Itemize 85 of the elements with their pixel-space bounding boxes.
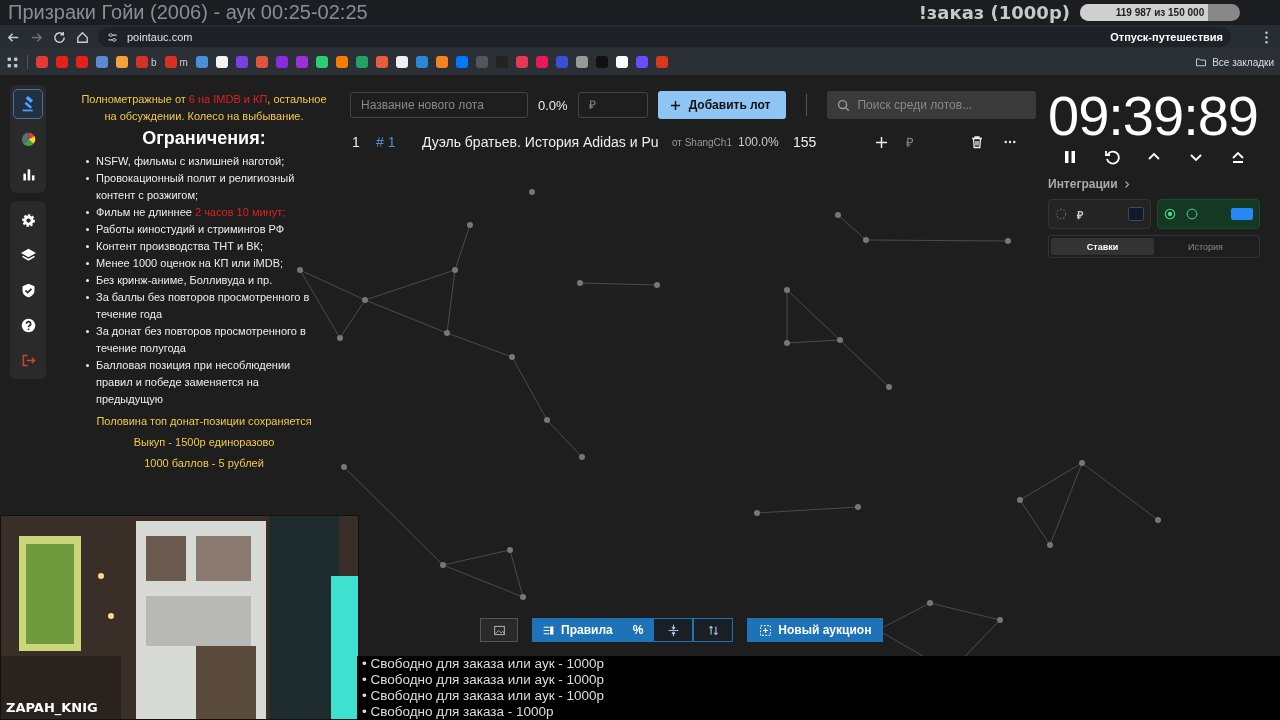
lot-amount: 155 <box>792 134 818 150</box>
restriction-item: За донат без повторов просмотренного в течение полугода <box>86 323 328 357</box>
bookmark-icon[interactable] <box>395 56 408 68</box>
streamer-name: ZAPAH_KNIG <box>6 700 98 715</box>
queue-item: • Свободно для заказа или аук - 1000р <box>362 688 606 704</box>
bookmark-label[interactable]: m <box>179 56 188 68</box>
queue-item: • Свободно для заказа - 1000р <box>362 704 555 720</box>
sort-button[interactable] <box>693 618 734 642</box>
add-icon <box>759 623 773 637</box>
settings-icon <box>19 211 37 229</box>
reset-icon[interactable] <box>1104 149 1120 165</box>
list-icon <box>542 623 555 637</box>
rules-intro: Полнометражные от 6 на IMDB и КП, остальное на обсуждении. Колесо на выбывание. <box>80 92 328 124</box>
rules-note: Выкуп - 1500р единоразово <box>132 435 276 450</box>
lot-name: Дуэль братьев. История Adidas и Pu <box>422 134 660 150</box>
goal-name: Отпуск-путешествия <box>1110 31 1223 43</box>
home-icon[interactable] <box>75 29 90 45</box>
restriction-item: За баллы без повторов просмотренного в течение года <box>86 289 328 323</box>
queue-item: • Свободно для заказа или аук - 1000р <box>362 656 606 672</box>
percent-button[interactable]: % <box>622 618 654 642</box>
integration-card[interactable] <box>1157 199 1260 229</box>
lot-index: 1 <box>351 134 361 150</box>
amount-field[interactable]: ₽ <box>577 92 648 118</box>
pause-icon[interactable] <box>1062 149 1078 165</box>
lot-percent: 100.0% <box>737 135 780 149</box>
dashed-circle-icon <box>1055 208 1067 220</box>
lot-id: # 1 <box>376 134 397 150</box>
layers-icon <box>19 246 37 264</box>
integration-card[interactable]: ₽ <box>1048 199 1151 229</box>
address-bar[interactable]: pointauc.com Отпуск-путешествия <box>98 27 1231 47</box>
order-label: !заказ (1000р) <box>918 2 1070 23</box>
stream-title: Призраки Гойи (2006) - аук 00:25-02:25 <box>8 1 368 24</box>
help-icon <box>19 316 37 334</box>
timer: 09:39:89 <box>1048 85 1259 147</box>
integrations-link[interactable]: Интеграции <box>1048 177 1130 191</box>
all-bookmarks-link[interactable]: Все закладки <box>1195 56 1274 68</box>
queue-item: • Свободно для заказа или аук - 1000р <box>362 672 606 688</box>
currency-button[interactable]: ₽ <box>905 133 914 151</box>
reload-icon[interactable] <box>52 29 67 45</box>
tab[interactable]: Ставки <box>1051 238 1154 255</box>
restrictions-heading: Ограничения: <box>141 127 267 149</box>
rules-note: Половина топ донат-позиции сохраняется <box>95 414 313 429</box>
restriction-item: Контент производства ТНТ и ВК; <box>86 238 328 255</box>
add-lot-button[interactable]: Добавить лот <box>657 91 787 119</box>
pie-chart-icon <box>19 130 37 148</box>
image-icon <box>492 623 506 637</box>
goal-progress-bar: 119 987 из 150 000 <box>1080 4 1240 21</box>
lot-name-field[interactable]: Название нового лота <box>350 92 528 118</box>
search-field[interactable]: Поиск среди лотов... <box>827 91 1036 119</box>
restriction-item: Работы киностудий и стримингов РФ <box>86 221 328 238</box>
eject-icon[interactable] <box>1230 149 1246 165</box>
lot-author: от ShangCh1 <box>672 136 732 148</box>
compress-icon <box>666 623 680 637</box>
restriction-item: Провокационный полит и религиозный контент с розжигом; <box>86 170 328 204</box>
more-icon[interactable] <box>1003 140 1016 144</box>
restriction-item: Без кринж-аниме, Болливуда и пр. <box>86 272 328 289</box>
bookmark-icon[interactable] <box>215 56 228 68</box>
restriction-item: NSFW, фильмы с излишней наготой; <box>86 153 328 170</box>
tab[interactable]: История <box>1154 238 1257 255</box>
new-auction-button[interactable]: Новый аукцион <box>747 618 884 642</box>
site-settings-icon[interactable] <box>106 30 119 44</box>
bookmark-icon[interactable] <box>116 56 128 68</box>
circle-icon <box>1186 208 1198 220</box>
add-bid-icon[interactable] <box>874 135 888 149</box>
bookmark-icon[interactable] <box>315 56 328 68</box>
compress-button[interactable] <box>653 618 694 642</box>
apps-icon[interactable] <box>6 55 19 69</box>
percent-value: 0.0% <box>538 97 568 113</box>
logo <box>1128 207 1144 221</box>
bookmark-label[interactable]: b <box>151 56 157 68</box>
logo <box>1231 208 1253 220</box>
chevron-right-icon <box>1123 179 1130 189</box>
trash-icon[interactable] <box>969 135 984 149</box>
restriction-item: Фильм не длиннее 2 часов 10 минут; <box>86 204 328 221</box>
rules-button[interactable]: Правила <box>532 618 623 642</box>
restriction-item: Менее 1000 оценок на КП или iMDB; <box>86 255 328 272</box>
rules-note: 1000 баллов - 5 рублей <box>143 456 265 471</box>
sort-icon <box>706 623 720 637</box>
radio-on-icon <box>1164 208 1176 220</box>
folder-icon <box>1195 56 1208 68</box>
restriction-item: Балловая позиция при несоблюдении правил и победе заменяется на предыдущую <box>86 357 328 408</box>
bookmark-icon[interactable] <box>615 56 628 68</box>
plus-icon <box>669 99 681 111</box>
image-button[interactable] <box>480 618 518 642</box>
gavel-nav-button[interactable] <box>13 89 43 119</box>
